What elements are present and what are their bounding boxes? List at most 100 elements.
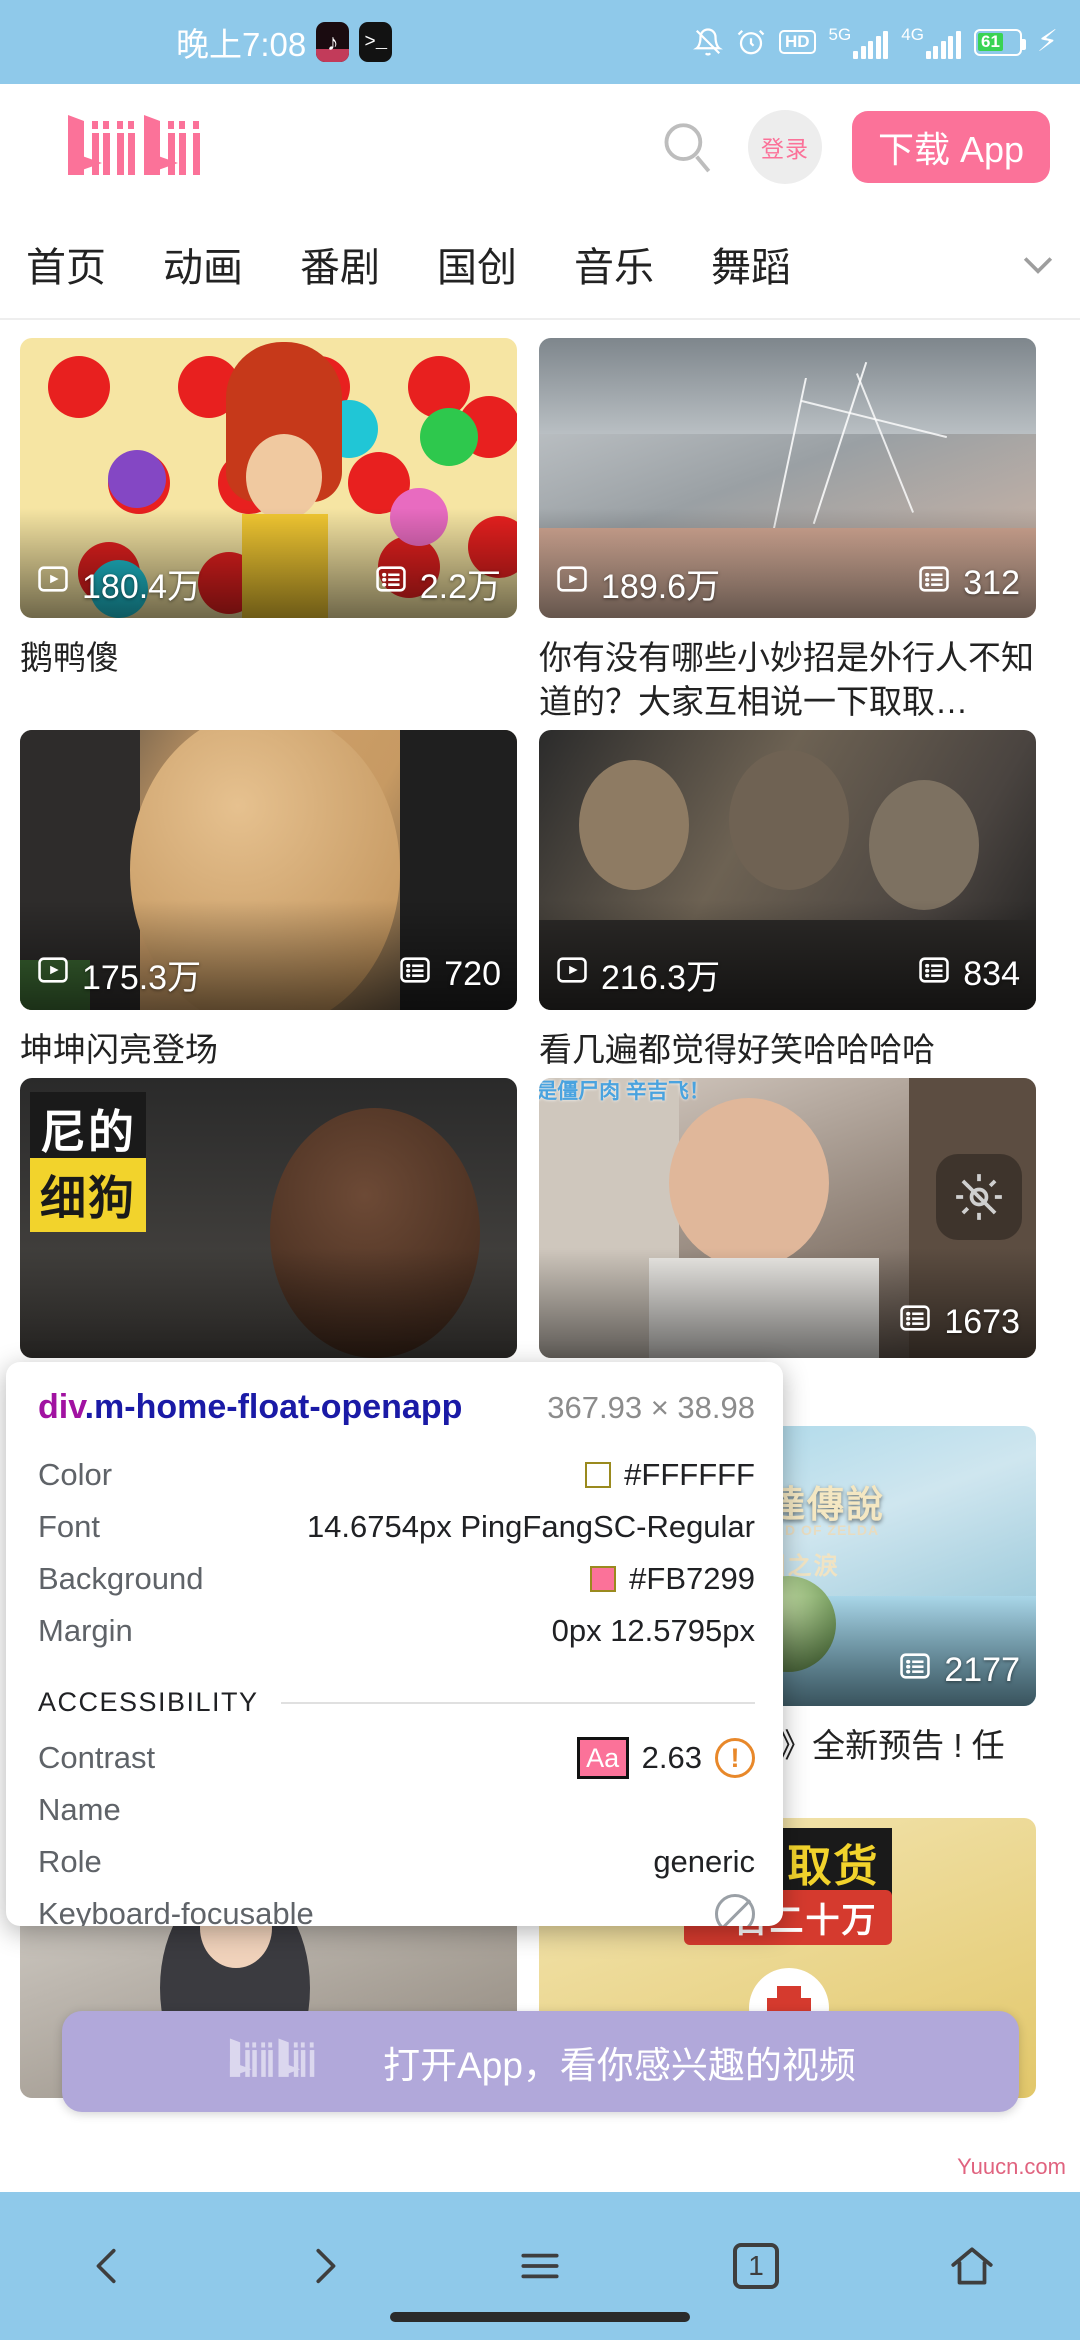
gear-icon[interactable]	[936, 1153, 1022, 1240]
video-card[interactable]: 216.3万 834 看几遍都觉得好笑哈哈哈哈	[539, 729, 1036, 1072]
devtools-selector: div.m-home-float-openapp	[38, 1388, 462, 1427]
devtools-inspect-tooltip: div.m-home-float-openapp 367.93 × 38.98 …	[6, 1362, 783, 1926]
battery-icon: 61	[973, 28, 1026, 56]
browser-bottom-bar: 1	[0, 2192, 1080, 2340]
status-bar-left: 晚上7:08 ♪ >_	[176, 18, 393, 66]
back-button[interactable]	[48, 2216, 168, 2316]
video-stats: 175.3万 720	[20, 946, 517, 1004]
tab-count: 1	[733, 2243, 779, 2289]
bell-muted-icon	[693, 26, 723, 58]
danmaku-count-icon	[917, 562, 951, 605]
video-card[interactable]: 180.4万 2.2万 鹅鸭傻	[20, 338, 517, 724]
site-header: 登录 下载 App	[0, 84, 1080, 210]
forward-button[interactable]	[264, 2216, 384, 2316]
devtools-row-value: #FFFFFF	[624, 1457, 755, 1492]
video-thumbnail[interactable]: 189.6万 312	[539, 338, 1036, 618]
divider	[280, 1701, 755, 1704]
comment-count: 720	[398, 953, 501, 996]
category-nav: 首页 动画 番剧 国创 音乐 舞蹈	[0, 210, 1080, 320]
play-count: 216.3万	[555, 950, 720, 999]
devtools-row-margin: Margin 0px 12.5795px	[38, 1613, 755, 1648]
feed-row: 175.3万 720 坤坤闪亮登场 216.3万 834 看几遍都觉得好笑哈哈哈…	[20, 729, 1060, 1072]
devtools-row-role: Role generic	[38, 1844, 755, 1879]
hd-icon: HD	[778, 30, 816, 54]
color-swatch	[590, 1566, 617, 1592]
feed-row: 180.4万 2.2万 鹅鸭傻 189.6万 312 你有没有哪些小妙招是外行人…	[20, 338, 1060, 724]
nav-item-bangumi[interactable]: 番剧	[300, 235, 380, 293]
devtools-row-contrast: Contrast Aa 2.63 !	[38, 1732, 755, 1784]
video-thumbnail[interactable]: 尼的 细狗	[20, 1077, 517, 1358]
gesture-home-indicator[interactable]	[390, 2312, 690, 2322]
video-title[interactable]: 鹅鸭傻	[20, 636, 517, 680]
category-nav-scroll[interactable]: 首页 动画 番剧 国创 音乐 舞蹈	[0, 235, 996, 293]
devtools-row-value: 0px 12.5795px	[551, 1613, 755, 1648]
bilibili-logo-small	[225, 2036, 355, 2087]
thumb-art-text: 细狗	[30, 1157, 146, 1232]
danmaku-count-icon	[898, 1649, 932, 1692]
play-count: 189.6万	[555, 559, 720, 608]
thumb-art-text: 尼的	[30, 1091, 146, 1166]
play-count-icon	[36, 953, 70, 996]
play-count-icon	[555, 953, 589, 996]
charging-bolt-icon: ⚡	[1036, 25, 1058, 58]
video-thumbnail[interactable]: 180.4万 2.2万	[20, 338, 517, 618]
watermark: Yuucn.com	[957, 2154, 1066, 2179]
not-allowed-icon	[715, 1894, 755, 1926]
video-thumbnail[interactable]: 216.3万 834	[539, 729, 1036, 1010]
play-count-icon	[555, 562, 589, 605]
video-title[interactable]: 坤坤闪亮登场	[20, 1028, 517, 1072]
nav-item-guochuang[interactable]: 国创	[437, 235, 517, 293]
contrast-sample-chip: Aa	[576, 1737, 629, 1779]
terminal-icon: >_	[359, 22, 393, 62]
home-button[interactable]	[912, 2216, 1032, 2316]
devtools-row-value: generic	[653, 1844, 755, 1879]
status-bar: 晚上7:08 ♪ >_ HD 5G 4G 61 ⚡	[0, 0, 1080, 84]
video-stats: 1673	[539, 1294, 1036, 1352]
danmaku-count-icon	[898, 1301, 932, 1344]
play-count: 175.3万	[36, 950, 201, 999]
devtools-dimensions: 367.93 × 38.98	[547, 1390, 755, 1425]
nav-item-dance[interactable]: 舞蹈	[711, 235, 791, 293]
video-stats: 216.3万 834	[539, 946, 1036, 1004]
battery-level: 61	[978, 32, 1003, 51]
devtools-row-name: Name	[38, 1792, 121, 1827]
comment-count: 312	[917, 562, 1020, 605]
video-stats: 189.6万 312	[539, 554, 1036, 612]
video-thumbnail[interactable]: 175.3万 720	[20, 729, 517, 1010]
devtools-row-value: #FB7299	[629, 1561, 755, 1596]
devtools-row-background: Background #FB7299	[38, 1561, 755, 1596]
devtools-selector-tag: div	[38, 1388, 85, 1426]
video-thumbnail[interactable]: 别污蔑国家储备肉是僵尸肉 辛吉飞！	[539, 1077, 1036, 1358]
danmaku-count-icon	[374, 562, 408, 605]
comment-count: 2177	[898, 1649, 1020, 1692]
play-count-icon	[36, 562, 70, 605]
hamburger-menu-icon[interactable]	[480, 2216, 600, 2316]
signal-5g-icon: 5G	[829, 26, 889, 59]
nav-item-music[interactable]: 音乐	[574, 235, 654, 293]
danmaku-count-icon	[398, 953, 432, 996]
chevron-down-icon[interactable]	[996, 209, 1080, 319]
devtools-row-value: 2.63	[641, 1740, 702, 1775]
video-title[interactable]: 看几遍都觉得好笑哈哈哈哈	[539, 1028, 1036, 1072]
nav-item-animation[interactable]: 动画	[163, 235, 243, 293]
login-button[interactable]: 登录	[747, 110, 822, 184]
search-icon[interactable]	[656, 116, 718, 178]
color-swatch	[585, 1462, 612, 1488]
bilibili-logo[interactable]	[62, 111, 262, 183]
header-actions: 登录 下载 App	[656, 110, 1050, 184]
alarm-clock-icon	[736, 26, 766, 58]
video-stats: 180.4万 2.2万	[20, 554, 517, 612]
comment-count: 2.2万	[374, 559, 501, 608]
tab-count-button[interactable]: 1	[696, 2216, 816, 2316]
video-card[interactable]: 189.6万 312 你有没有哪些小妙招是外行人不知道的？大家互相说一下取取…	[539, 338, 1036, 724]
thumb-subtitle: 别污蔑国家储备肉是僵尸肉 辛吉飞！	[539, 1079, 710, 1103]
float-openapp-banner[interactable]: 打开App，看你感兴趣的视频	[62, 2011, 1019, 2112]
comment-count: 1673	[898, 1301, 1020, 1344]
video-title[interactable]: 你有没有哪些小妙招是外行人不知道的？大家互相说一下取取…	[539, 636, 1036, 724]
download-app-button[interactable]: 下载 App	[851, 111, 1050, 183]
nav-item-home[interactable]: 首页	[26, 235, 106, 293]
status-bar-right: HD 5G 4G 61 ⚡	[693, 26, 1058, 59]
video-card[interactable]: 175.3万 720 坤坤闪亮登场	[20, 729, 517, 1072]
play-count: 180.4万	[36, 559, 201, 608]
devtools-row-value: 14.6754px PingFangSC-Regular	[306, 1509, 755, 1544]
